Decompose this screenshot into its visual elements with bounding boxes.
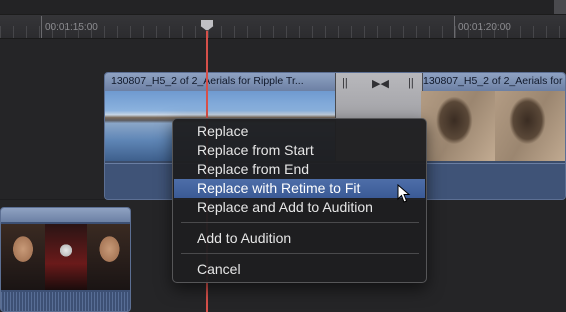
timeline-ruler[interactable]: 00:01:15:00 00:01:20:00 [0,0,566,39]
menu-item-replace[interactable]: Replace [174,122,425,141]
secondary-clip[interactable] [0,207,131,312]
menu-item-replace-from-start[interactable]: Replace from Start [174,141,425,160]
menu-separator [181,222,419,223]
clip-thumbnail [87,224,130,290]
transition-handle-left-icon[interactable]: || [342,77,348,89]
audio-waveform [1,292,130,311]
timecode-mark [454,16,455,38]
context-menu: Replace Replace from Start Replace from … [172,118,427,283]
clip-thumbnail [421,91,496,161]
clip-thumbnail [45,224,87,290]
clip-thumbnail [1,224,45,290]
ruler-top-bar [0,0,566,15]
menu-separator [181,253,419,254]
timecode-mark [41,16,42,38]
menu-item-add-to-audition[interactable]: Add to Audition [174,229,425,248]
timecode-label-1: 00:01:15:00 [45,22,98,33]
clip-title-left: 130807_H5_2 of 2_Aerials for Ripple Tr..… [111,75,304,87]
menu-item-replace-with-retime-to-fit[interactable]: Replace with Retime to Fit [174,179,425,198]
mouse-cursor-icon [397,184,411,203]
clip-header[interactable] [1,208,130,222]
scroll-knob[interactable] [554,0,566,14]
timecode-label-2: 00:01:20:00 [458,22,511,33]
menu-item-cancel[interactable]: Cancel [174,260,425,279]
menu-item-replace-and-add-to-audition[interactable]: Replace and Add to Audition [174,198,425,217]
menu-item-replace-from-end[interactable]: Replace from End [174,160,425,179]
transition-handle-right-icon[interactable]: || [408,77,414,89]
clip-thumbnail [495,91,565,161]
clip-title-right: 130807_H5_2 of 2_Aerials for [423,75,563,87]
transition-bowtie-icon: ▶◀ [372,78,389,90]
